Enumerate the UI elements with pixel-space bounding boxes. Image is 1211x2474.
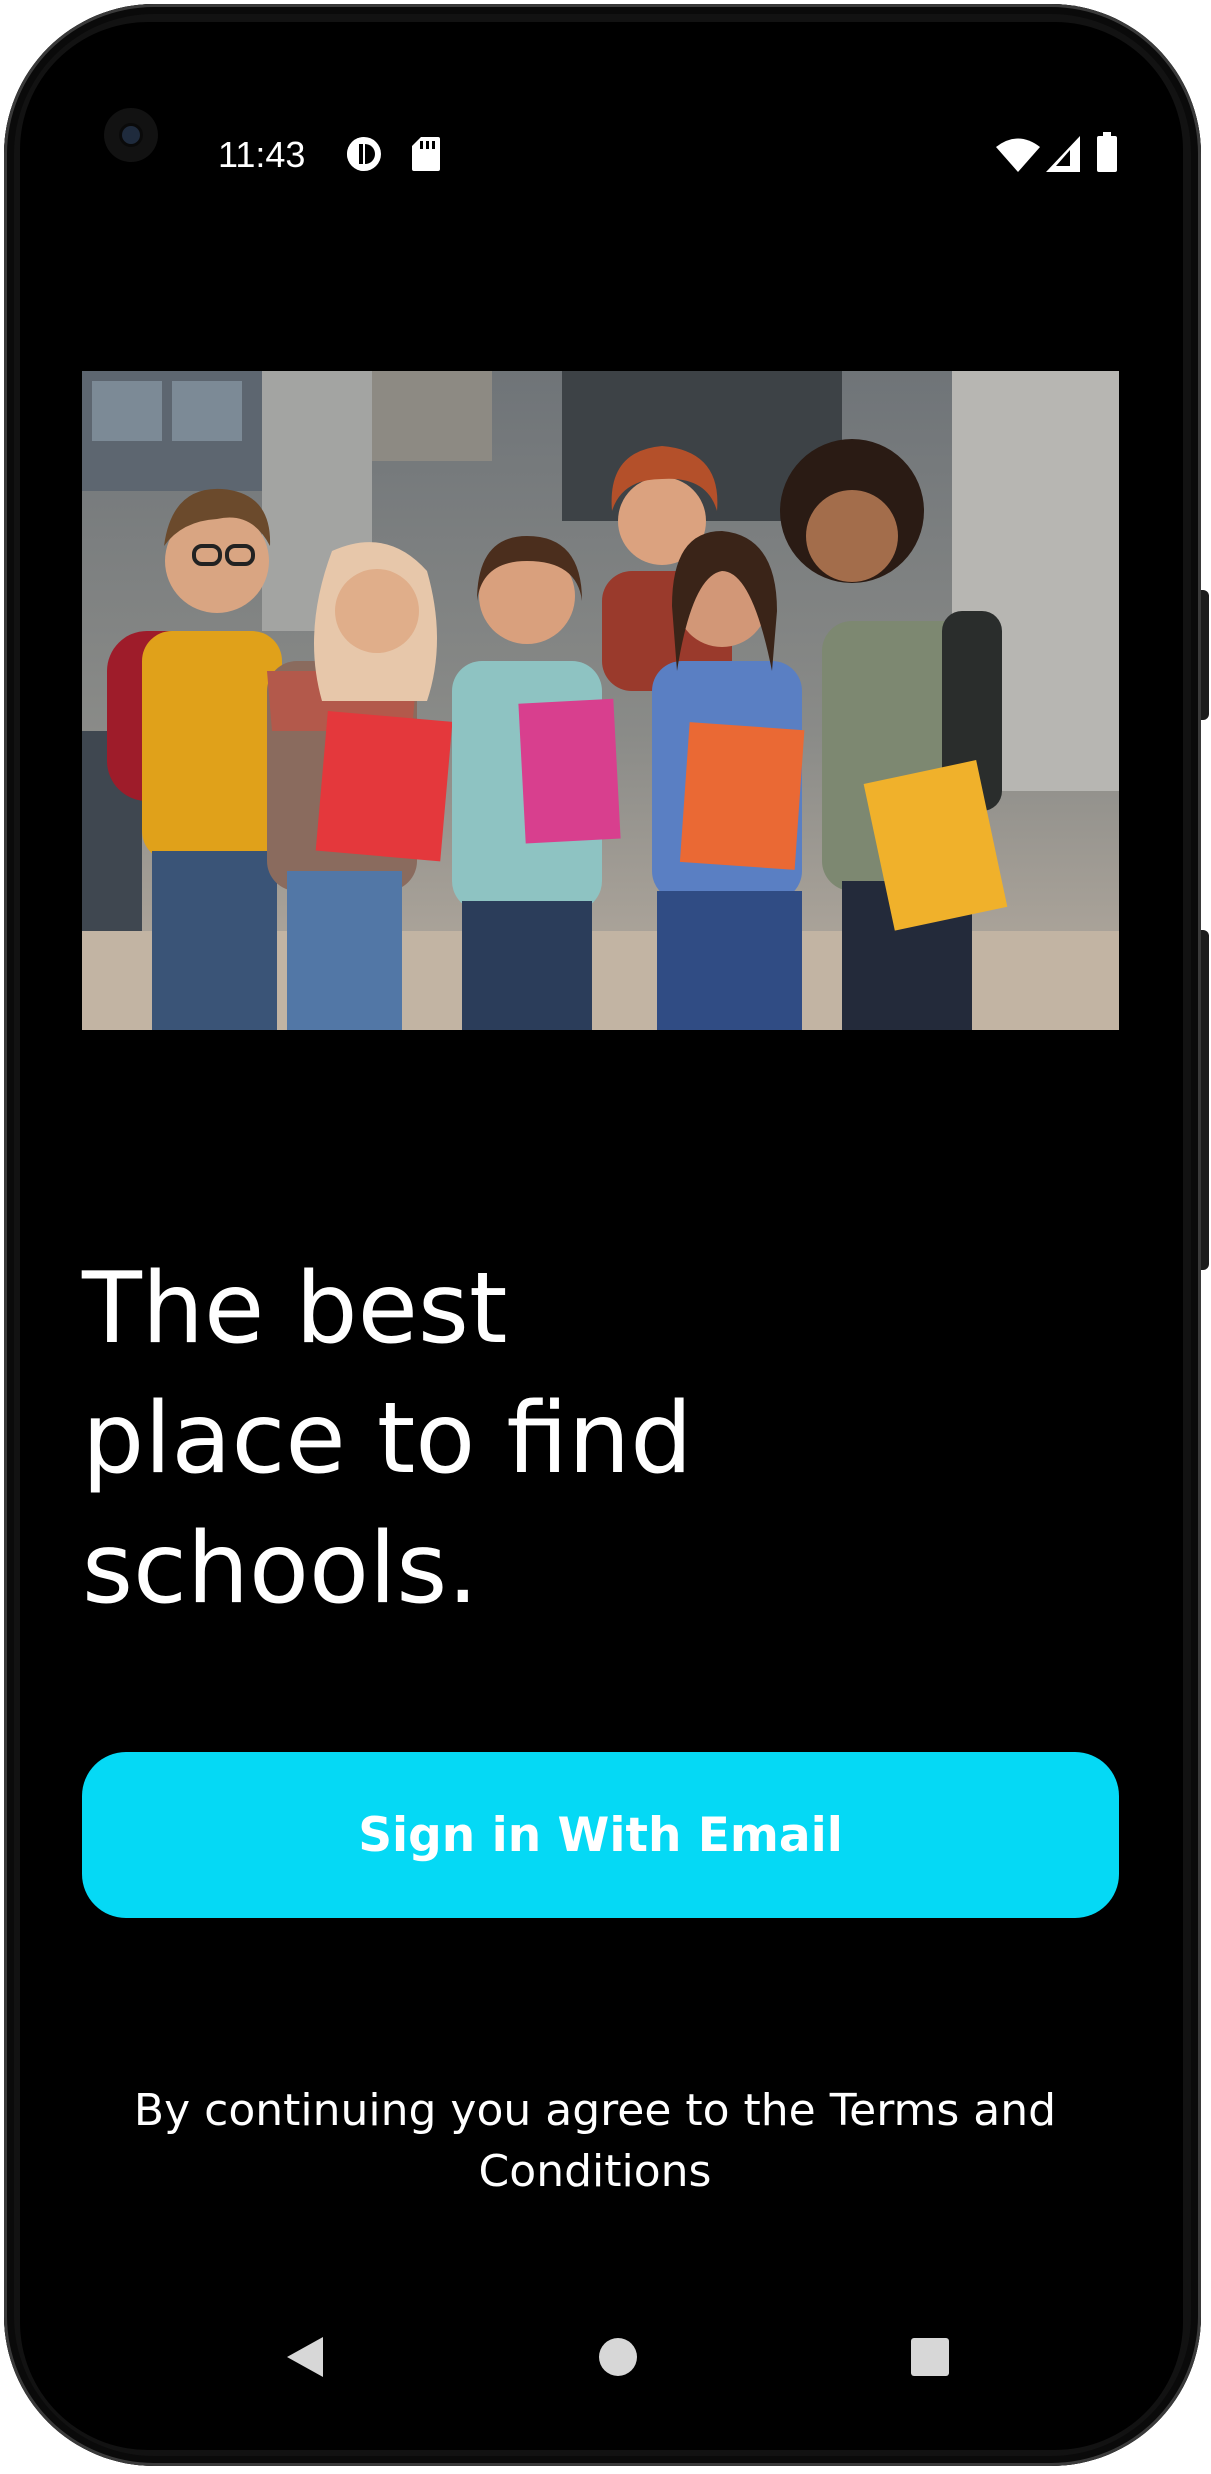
back-icon <box>287 2337 323 2377</box>
cellular-signal-icon <box>1046 136 1080 172</box>
battery-icon <box>1097 132 1117 172</box>
sign-in-email-button[interactable]: Sign in With Email <box>82 1752 1119 1918</box>
headline-line-3: schools. <box>82 1512 479 1626</box>
phone-device: 11:43 The best place to find schools. Si… <box>0 0 1211 2474</box>
recents-icon <box>911 2338 949 2376</box>
headline-line-2: place to find <box>82 1382 693 1496</box>
sd-card-icon <box>412 137 440 171</box>
data-saver-icon <box>347 137 381 171</box>
nav-back-button[interactable] <box>260 2312 350 2402</box>
power-button <box>1201 590 1209 720</box>
headline: The best place to find schools. <box>82 1244 782 1634</box>
volume-button <box>1201 930 1209 1270</box>
wifi-icon <box>996 138 1040 172</box>
terms-text: By continuing you agree to the Terms and… <box>133 2085 1057 2197</box>
status-time: 11:43 <box>218 134 306 175</box>
hero-image <box>82 371 1119 1030</box>
home-icon <box>599 2338 637 2376</box>
nav-home-button[interactable] <box>573 2312 663 2402</box>
headline-line-1: The best <box>82 1252 508 1366</box>
app-screen: 11:43 The best place to find schools. Si… <box>20 22 1183 2450</box>
front-camera <box>104 108 158 162</box>
nav-recents-button[interactable] <box>885 2312 975 2402</box>
